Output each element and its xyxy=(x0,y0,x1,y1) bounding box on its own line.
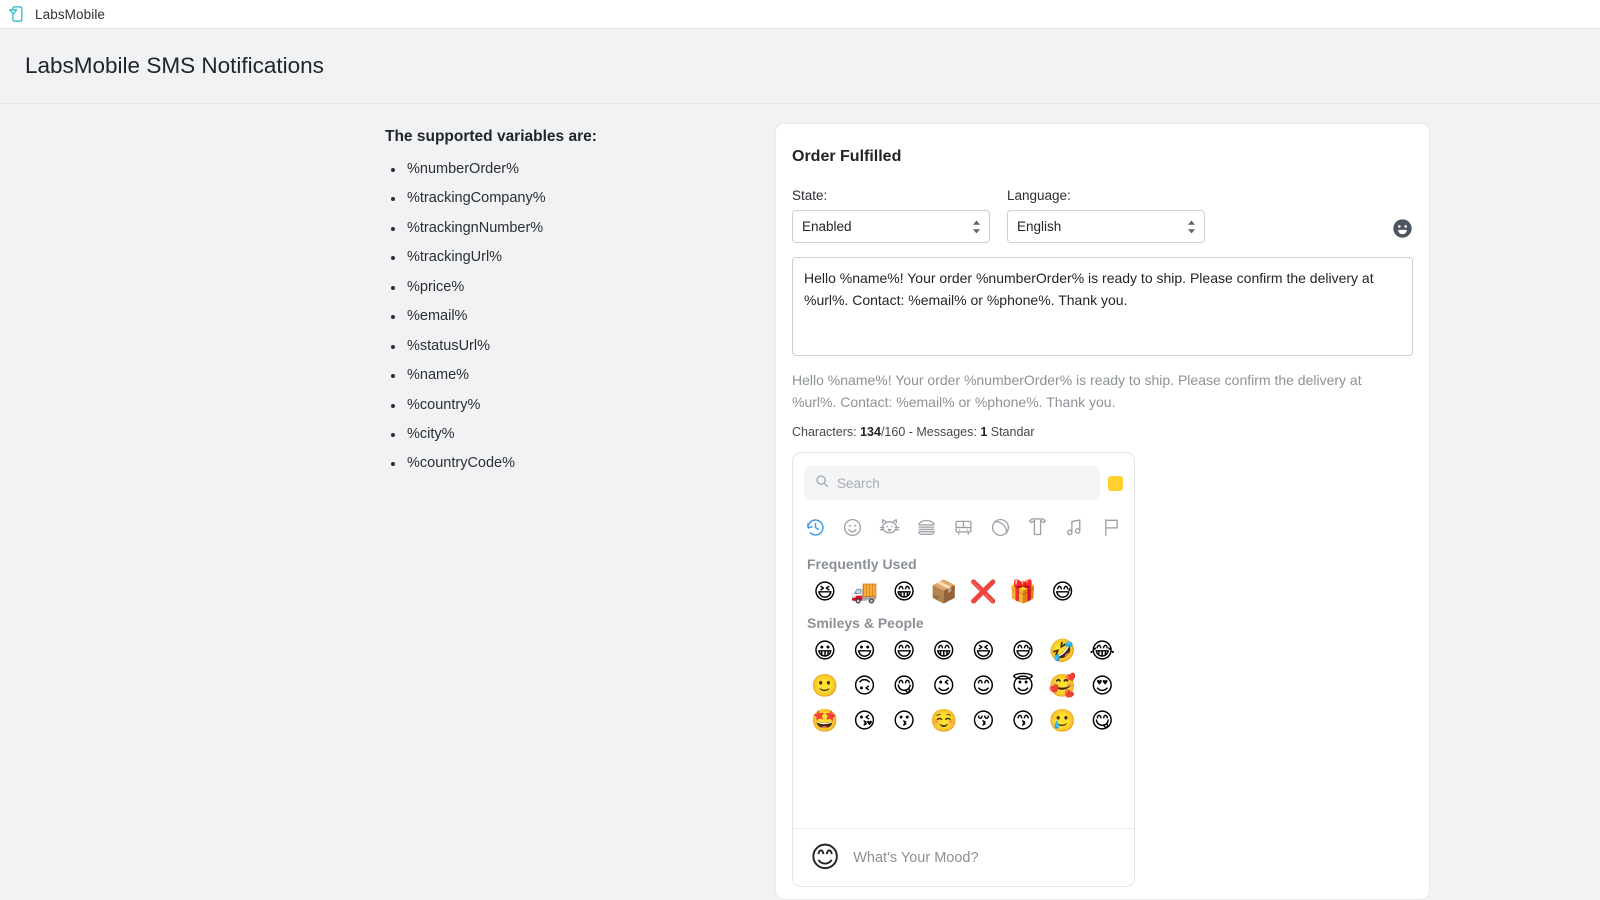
message-textarea[interactable] xyxy=(792,257,1413,356)
preview-label: What's Your Mood? xyxy=(853,850,978,866)
emoji-button[interactable]: 😊 xyxy=(964,673,1004,701)
state-field: State: Enabled Disabled xyxy=(792,188,990,243)
list-item: %trackingCompany% xyxy=(385,191,775,207)
emoji-category-symbols-icon[interactable] xyxy=(1064,517,1085,538)
emoji-button[interactable]: 😘 xyxy=(845,708,885,736)
message-preview: Hello %name%! Your order %numberOrder% i… xyxy=(792,370,1392,413)
emoji-button[interactable]: 😋 xyxy=(884,673,924,701)
emoji-category-smileys-icon[interactable] xyxy=(842,517,863,538)
emoji-button[interactable]: 😇 xyxy=(1003,673,1043,701)
emoji-button[interactable]: 🙂 xyxy=(805,673,845,701)
counter-chars-count: 134 xyxy=(860,425,881,439)
emoji-section-title: Smileys & People xyxy=(807,615,1122,631)
counter-limit-label: /160 - Messages: xyxy=(881,425,980,439)
character-counter: Characters: 134/160 - Messages: 1 Standa… xyxy=(792,425,1413,439)
emoji-button[interactable]: 🎁 xyxy=(1003,579,1043,607)
emoji-button[interactable]: 🙃 xyxy=(845,673,885,701)
emoji-button[interactable]: 😚 xyxy=(964,708,1004,736)
emoji-search-box[interactable] xyxy=(804,466,1100,500)
list-item: %trackingUrl% xyxy=(385,250,775,266)
list-item: %name% xyxy=(385,368,775,384)
emoji-button[interactable]: 📦 xyxy=(924,579,964,607)
emoji-category-activities-icon[interactable] xyxy=(990,517,1011,538)
supported-variables-title: The supported variables are: xyxy=(385,128,775,146)
emoji-button[interactable]: 🥲 xyxy=(1043,708,1083,736)
emoji-scroll-area[interactable]: Frequently Used 😆 🚚 😁 📦 ❌ 🎁 😅 Smileys & … xyxy=(793,548,1134,828)
counter-chars-label: Characters: xyxy=(792,425,860,439)
list-item: %countryCode% xyxy=(385,456,775,472)
emoji-button[interactable]: 🚚 xyxy=(845,579,885,607)
emoji-button[interactable]: 😙 xyxy=(1003,708,1043,736)
page-title: LabsMobile SMS Notifications xyxy=(25,53,324,79)
emoji-button[interactable]: 😉 xyxy=(924,673,964,701)
emoji-section-title: Frequently Used xyxy=(807,556,1122,572)
emoji-button[interactable]: 😁 xyxy=(924,638,964,666)
counter-messages-type: Standar xyxy=(987,425,1034,439)
emoji-button[interactable]: 😄 xyxy=(884,638,924,666)
emoji-button[interactable]: ☺️ xyxy=(924,708,964,736)
preview-emoji: 😊 xyxy=(810,843,840,872)
page-header: LabsMobile SMS Notifications xyxy=(0,29,1600,104)
notification-card: Order Fulfilled State: Enabled Disabled xyxy=(775,123,1430,900)
emoji-button[interactable]: 😗 xyxy=(884,708,924,736)
emoji-category-flags-icon[interactable] xyxy=(1101,517,1122,538)
emoji-picker-top xyxy=(793,453,1134,500)
supported-variables-list: %numberOrder% %trackingCompany% %trackin… xyxy=(385,162,775,472)
emoji-category-objects-icon[interactable] xyxy=(1027,517,1048,538)
emoji-button[interactable]: 🥰 xyxy=(1043,673,1083,701)
emoji-button[interactable]: ❌ xyxy=(964,579,1004,607)
emoji-picker-footer: 😊 What's Your Mood? xyxy=(793,828,1134,886)
emoji-button[interactable]: 🤣 xyxy=(1043,638,1083,666)
emoji-grid-smileys-people: 😀 😃 😄 😁 😆 😅 🤣 😂 🙂 🙃 😋 😉 😊 😇 🥰 😍 xyxy=(805,638,1122,736)
list-item: %country% xyxy=(385,398,775,414)
list-item: %email% xyxy=(385,309,775,325)
state-label: State: xyxy=(792,188,990,203)
emoji-category-travel-icon[interactable] xyxy=(953,517,974,538)
language-field: Language: English Spanish xyxy=(1007,188,1205,243)
emoji-category-animals-icon[interactable] xyxy=(879,517,900,538)
state-select[interactable]: Enabled Disabled xyxy=(792,210,990,243)
skin-tone-swatch-button[interactable] xyxy=(1108,476,1123,491)
language-label: Language: xyxy=(1007,188,1205,203)
emoji-button[interactable]: 😃 xyxy=(845,638,885,666)
card-title: Order Fulfilled xyxy=(792,148,1413,166)
selects-row: State: Enabled Disabled Language: xyxy=(792,188,1413,243)
emoji-category-recent-icon[interactable] xyxy=(805,517,826,538)
emoji-button[interactable]: 😍 xyxy=(1082,673,1122,701)
brand-name: LabsMobile xyxy=(35,7,105,22)
emoji-button[interactable]: 😆 xyxy=(964,638,1004,666)
emoji-button[interactable]: 😀 xyxy=(805,638,845,666)
emoji-button[interactable]: 😁 xyxy=(884,579,924,607)
emoji-grid-frequently-used: 😆 🚚 😁 📦 ❌ 🎁 😅 xyxy=(805,579,1122,607)
emoji-picker: Frequently Used 😆 🚚 😁 📦 ❌ 🎁 😅 Smileys & … xyxy=(792,452,1135,887)
supported-variables-panel: The supported variables are: %numberOrde… xyxy=(385,123,775,900)
emoji-category-food-icon[interactable] xyxy=(916,517,937,538)
emoji-button[interactable]: 😅 xyxy=(1003,638,1043,666)
search-icon xyxy=(815,474,829,493)
emoji-button[interactable]: 😆 xyxy=(805,579,845,607)
list-item: %statusUrl% xyxy=(385,339,775,355)
top-bar: LabsMobile xyxy=(0,0,1600,29)
smiley-icon xyxy=(1392,218,1413,239)
list-item: %trackingnNumber% xyxy=(385,221,775,237)
emoji-button[interactable]: 🤩 xyxy=(805,708,845,736)
language-select[interactable]: English Spanish xyxy=(1007,210,1205,243)
list-item: %city% xyxy=(385,427,775,443)
main-content: The supported variables are: %numberOrde… xyxy=(0,107,1600,900)
emoji-button[interactable]: 😂 xyxy=(1082,638,1122,666)
emoji-picker-toggle-button[interactable] xyxy=(1392,218,1413,239)
list-item: %numberOrder% xyxy=(385,162,775,178)
emoji-button[interactable]: 😅 xyxy=(1043,579,1083,607)
emoji-category-tabs xyxy=(793,500,1134,548)
emoji-button[interactable]: 😋 xyxy=(1082,708,1122,736)
emoji-search-input[interactable] xyxy=(837,476,1089,491)
list-item: %price% xyxy=(385,280,775,296)
phone-send-icon xyxy=(8,5,26,23)
